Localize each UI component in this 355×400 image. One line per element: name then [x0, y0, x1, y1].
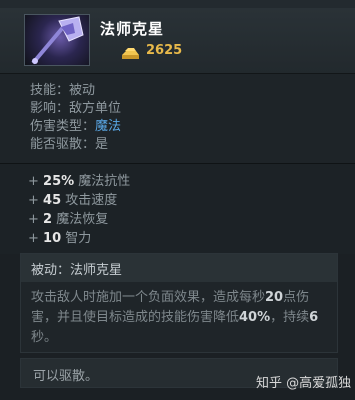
passive-ability-box: 被动：法师克星 攻击敌人时施加一个负面效果，造成每秒20点伤害，并且使目标造成的…	[20, 253, 338, 353]
stat-label: 攻击速度	[61, 193, 118, 208]
stat-row: + 25% 魔法抗性	[28, 172, 355, 191]
damage-reduction: 40%	[239, 310, 271, 325]
duration: 6	[309, 310, 319, 325]
gold-bar-icon	[120, 45, 140, 59]
stat-label: 魔法恢复	[52, 212, 109, 227]
stat-value: 45	[43, 193, 62, 208]
info-label: 技能：	[30, 83, 70, 98]
passive-title: 被动：法师克星	[21, 254, 337, 282]
info-dispellable: 能否驱散：是	[30, 136, 355, 154]
info-value: 魔法	[95, 119, 122, 134]
watermark: 知乎 @高爱孤独	[256, 376, 352, 391]
stat-row: + 45 攻击速度	[28, 191, 355, 210]
stat-value: 25%	[43, 174, 75, 189]
item-header: 法师克星 2625	[0, 8, 355, 74]
info-damage-type: 伤害类型：魔法	[30, 118, 355, 136]
stat-prefix: +	[28, 193, 44, 208]
stat-label: 魔法抗性	[74, 174, 131, 189]
passive-description: 攻击敌人时施加一个负面效果，造成每秒20点伤害，并且使目标造成的技能伤害降低40…	[31, 290, 319, 345]
info-label: 伤害类型：	[30, 119, 96, 134]
top-edge	[0, 0, 355, 8]
stat-value: 10	[43, 231, 62, 246]
stat-prefix: +	[28, 212, 44, 227]
ability-info: 技能：被动 影响：敌方单位 伤害类型：魔法 能否驱散：是	[0, 74, 355, 164]
info-ability: 技能：被动	[30, 82, 355, 100]
info-value: 是	[95, 137, 109, 152]
gold-cost: 2625	[146, 43, 183, 58]
info-value: 敌方单位	[69, 101, 122, 116]
stat-row: + 10 智力	[28, 229, 355, 248]
info-label: 影响：	[30, 101, 70, 116]
stat-prefix: +	[28, 174, 44, 189]
stat-label: 智力	[61, 231, 92, 246]
item-stats: + 25% 魔法抗性 + 45 攻击速度 + 2 魔法恢复 + 10 智力	[0, 164, 355, 254]
info-label: 能否驱散：	[30, 137, 96, 152]
stat-row: + 2 魔法恢复	[28, 210, 355, 229]
info-value: 被动	[69, 83, 96, 98]
item-title: 法师克星	[100, 20, 165, 38]
stat-value: 2	[43, 212, 53, 227]
damage-per-second: 20	[265, 290, 284, 305]
mage-slayer-axe-icon	[24, 14, 90, 66]
stat-prefix: +	[28, 231, 44, 246]
info-affects: 影响：敌方单位	[30, 100, 355, 118]
